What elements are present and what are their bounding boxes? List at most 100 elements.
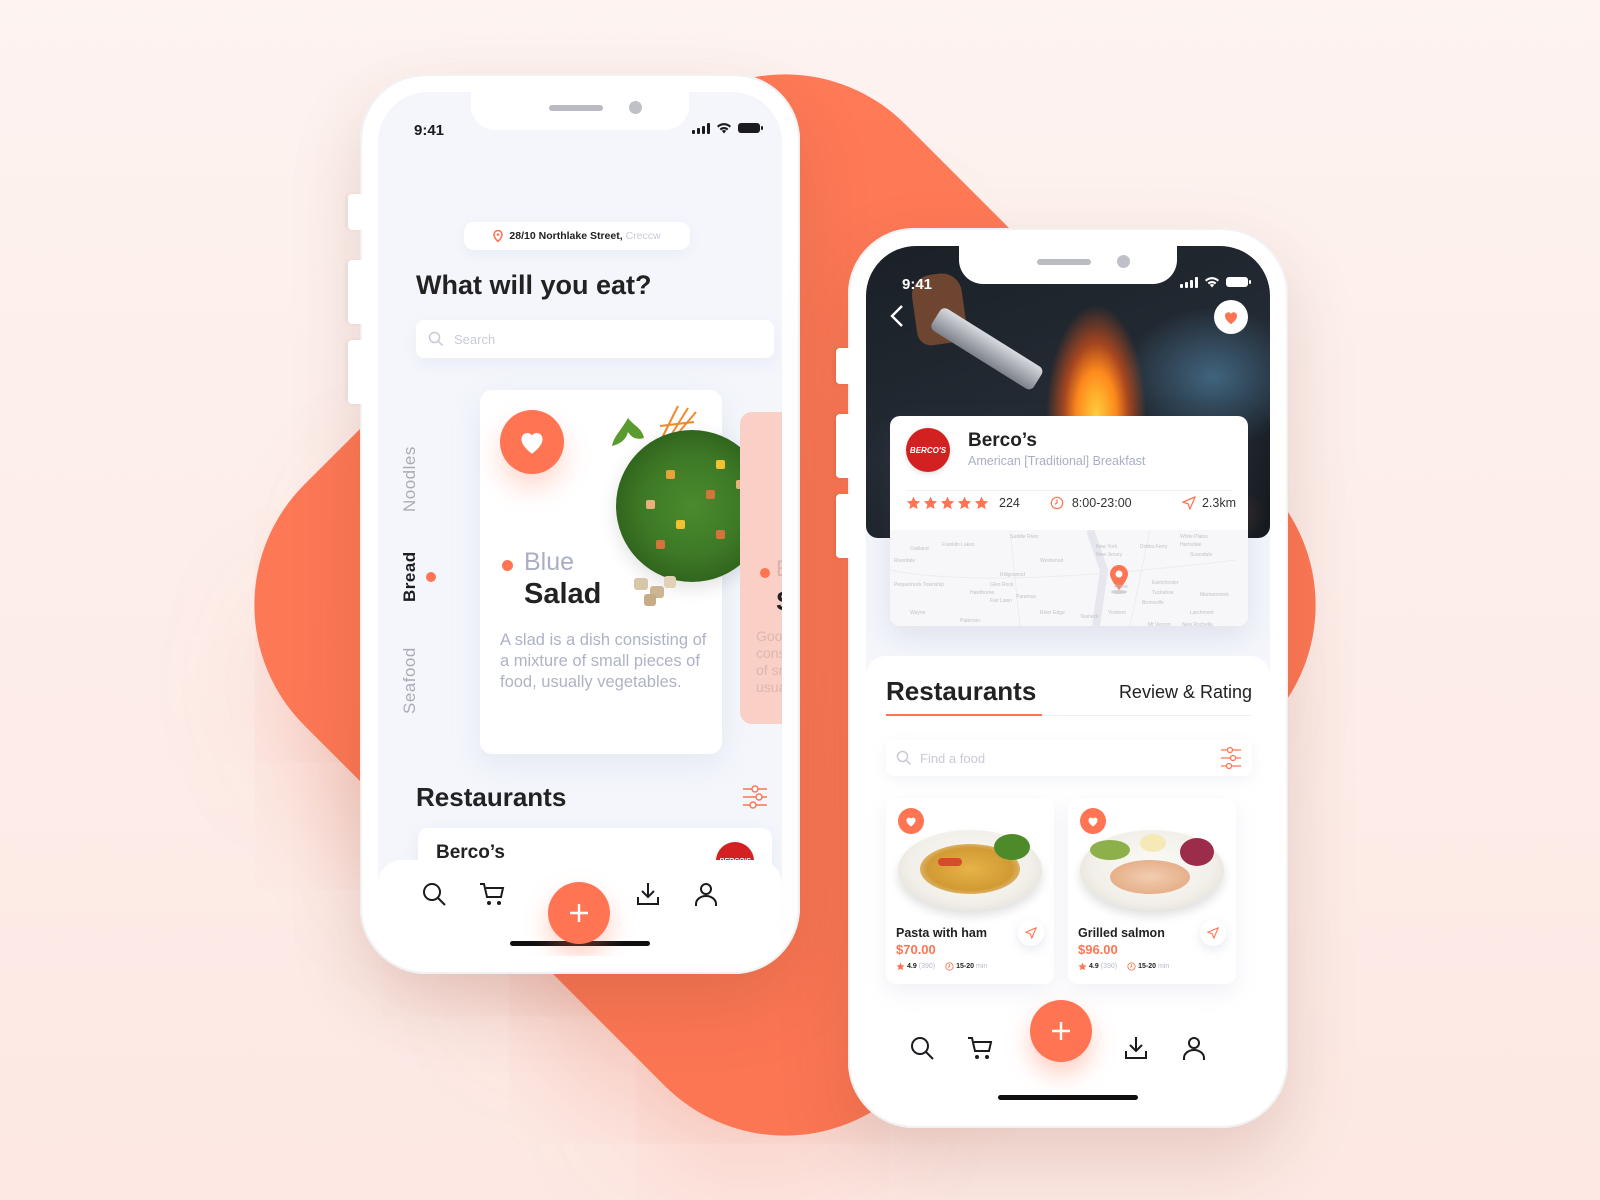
- navigation-arrow-icon: [1025, 927, 1037, 939]
- search-placeholder: Search: [454, 331, 496, 347]
- navigation-arrow-icon: [1207, 927, 1219, 939]
- map-label: New Jersey: [1096, 552, 1123, 558]
- tab-restaurants[interactable]: Restaurants: [886, 676, 1036, 707]
- map-label: Dobbs Ferry: [1140, 544, 1168, 550]
- status-icons: [692, 122, 763, 134]
- category-tab-bread[interactable]: Bread: [400, 551, 420, 602]
- map-label: Hawthorne: [970, 590, 995, 596]
- distance: 2.3km: [1201, 496, 1236, 510]
- dish-reviews: (390): [918, 963, 936, 970]
- status-time: 9:41: [414, 122, 445, 139]
- volume-up-button: [348, 260, 362, 324]
- heart-icon: [521, 432, 543, 454]
- location-city: Creccw: [625, 230, 661, 242]
- send-location-button[interactable]: [1200, 920, 1226, 946]
- filter-icon[interactable]: [742, 784, 768, 810]
- cart-icon[interactable]: [966, 1034, 994, 1062]
- battery-icon: [1226, 277, 1251, 287]
- map-label: Pequannock Township: [894, 582, 944, 588]
- dish-card[interactable]: Grilled salmon $96.00 4.9 (390) 15-20 mi…: [1068, 798, 1236, 984]
- map-label: Yonkers: [1108, 610, 1126, 616]
- user-icon[interactable]: [692, 880, 720, 908]
- review-count: 224: [999, 496, 1020, 510]
- active-tab-indicator: [886, 714, 1042, 716]
- next-dish-description: Good cons of sr usua: [756, 628, 782, 695]
- add-button[interactable]: [548, 882, 610, 944]
- favorite-button[interactable]: [1214, 300, 1248, 334]
- opening-hours: 8:00-23:00: [1071, 496, 1132, 510]
- star-icon: [974, 496, 989, 510]
- map-label: Glen Rock: [990, 582, 1014, 588]
- dish-card[interactable]: Pasta with ham $70.00 4.9 (390) 15-20 mi…: [886, 798, 1054, 984]
- map-label: Wayne: [910, 610, 926, 616]
- wifi-icon: [1205, 277, 1219, 288]
- restaurant-meta: 224 8:00-23:00 2.3km: [906, 496, 1236, 510]
- page-title: What will you eat?: [416, 270, 652, 300]
- filter-icon[interactable]: [1220, 746, 1242, 770]
- next-dish-card[interactable]: E S Good cons of sr usua: [740, 412, 782, 724]
- search-icon: [428, 331, 444, 347]
- download-icon[interactable]: [1122, 1034, 1150, 1062]
- star-icon: [1078, 962, 1087, 971]
- download-icon[interactable]: [634, 880, 662, 908]
- tab-divider: [1042, 715, 1252, 716]
- favorite-button[interactable]: [898, 808, 924, 834]
- find-food-input[interactable]: Find a food: [886, 740, 1252, 776]
- tab-review-rating[interactable]: Review & Rating: [1119, 682, 1252, 703]
- dish-price: $96.00: [1078, 942, 1118, 957]
- category-tab-noodles[interactable]: Noodles: [400, 446, 420, 512]
- active-category-indicator: [426, 572, 436, 582]
- map-label: Paramus: [1016, 594, 1037, 600]
- location-map[interactable]: Saddle River White Plains Oakland Franklin …: [890, 530, 1248, 626]
- restaurant-cuisine: American [Traditional] Breakfast: [968, 454, 1146, 468]
- favorite-button[interactable]: [500, 410, 564, 474]
- map-label: River Edge: [1040, 610, 1065, 616]
- dish-description: A slad is a dish consisting of a mixture…: [500, 631, 707, 691]
- navigation-arrow-icon: [1182, 496, 1196, 510]
- featured-dish-card[interactable]: Blue Salad A slad is a dish consisting o…: [480, 390, 768, 754]
- home-indicator: [998, 1095, 1138, 1100]
- chicken-pieces-image: [634, 576, 676, 606]
- map-label: Eastchester: [1152, 580, 1179, 586]
- map-label: New York: [1096, 544, 1118, 550]
- search-icon: [896, 750, 912, 766]
- add-button[interactable]: [1030, 1000, 1092, 1062]
- battery-icon: [738, 123, 763, 133]
- map-label: Westwood: [1040, 558, 1064, 564]
- dish-time-unit: min: [1157, 963, 1170, 970]
- send-location-button[interactable]: [1018, 920, 1044, 946]
- user-icon[interactable]: [1180, 1034, 1208, 1062]
- wifi-icon: [717, 123, 731, 134]
- location-street: 28/10 Northlake Street,: [509, 230, 623, 242]
- restaurants-heading: Restaurants: [416, 782, 567, 812]
- mute-switch: [348, 194, 362, 230]
- next-dish-name-light: E: [776, 556, 782, 582]
- favorite-button[interactable]: [1080, 808, 1106, 834]
- dish-bullet: [760, 568, 770, 578]
- map-label: Tuckahoe: [1152, 590, 1174, 596]
- volume-up-button: [836, 414, 850, 478]
- dish-time: 15-20: [1138, 963, 1156, 970]
- location-pill[interactable]: 28/10 Northlake Street, Creccw: [464, 222, 690, 250]
- cart-icon[interactable]: [478, 880, 506, 908]
- map-pin-icon: [493, 230, 504, 242]
- search-icon[interactable]: [908, 1034, 936, 1062]
- search-icon[interactable]: [420, 880, 448, 908]
- star-icon: [923, 496, 938, 510]
- notch: [471, 92, 689, 130]
- back-chevron-icon[interactable]: [888, 304, 908, 328]
- clock-icon: [1050, 496, 1064, 510]
- notch: [959, 246, 1177, 284]
- map-label: Teaneck: [1080, 614, 1099, 620]
- map-label: Riverdale: [894, 558, 916, 564]
- search-input[interactable]: Search: [416, 320, 774, 358]
- next-dish-name-bold: S: [776, 586, 782, 617]
- category-tab-seafood[interactable]: Seafood: [400, 647, 420, 714]
- volume-down-button: [836, 494, 850, 558]
- dish-name: Pasta with ham: [896, 926, 987, 940]
- heart-icon: [1088, 817, 1098, 826]
- dish-meta: 4.9 (390) 15-20 min: [896, 962, 987, 971]
- heart-icon: [906, 817, 916, 826]
- dish-name-bold: Salad: [524, 578, 602, 610]
- restaurant-logo: BERCO'S: [906, 428, 950, 472]
